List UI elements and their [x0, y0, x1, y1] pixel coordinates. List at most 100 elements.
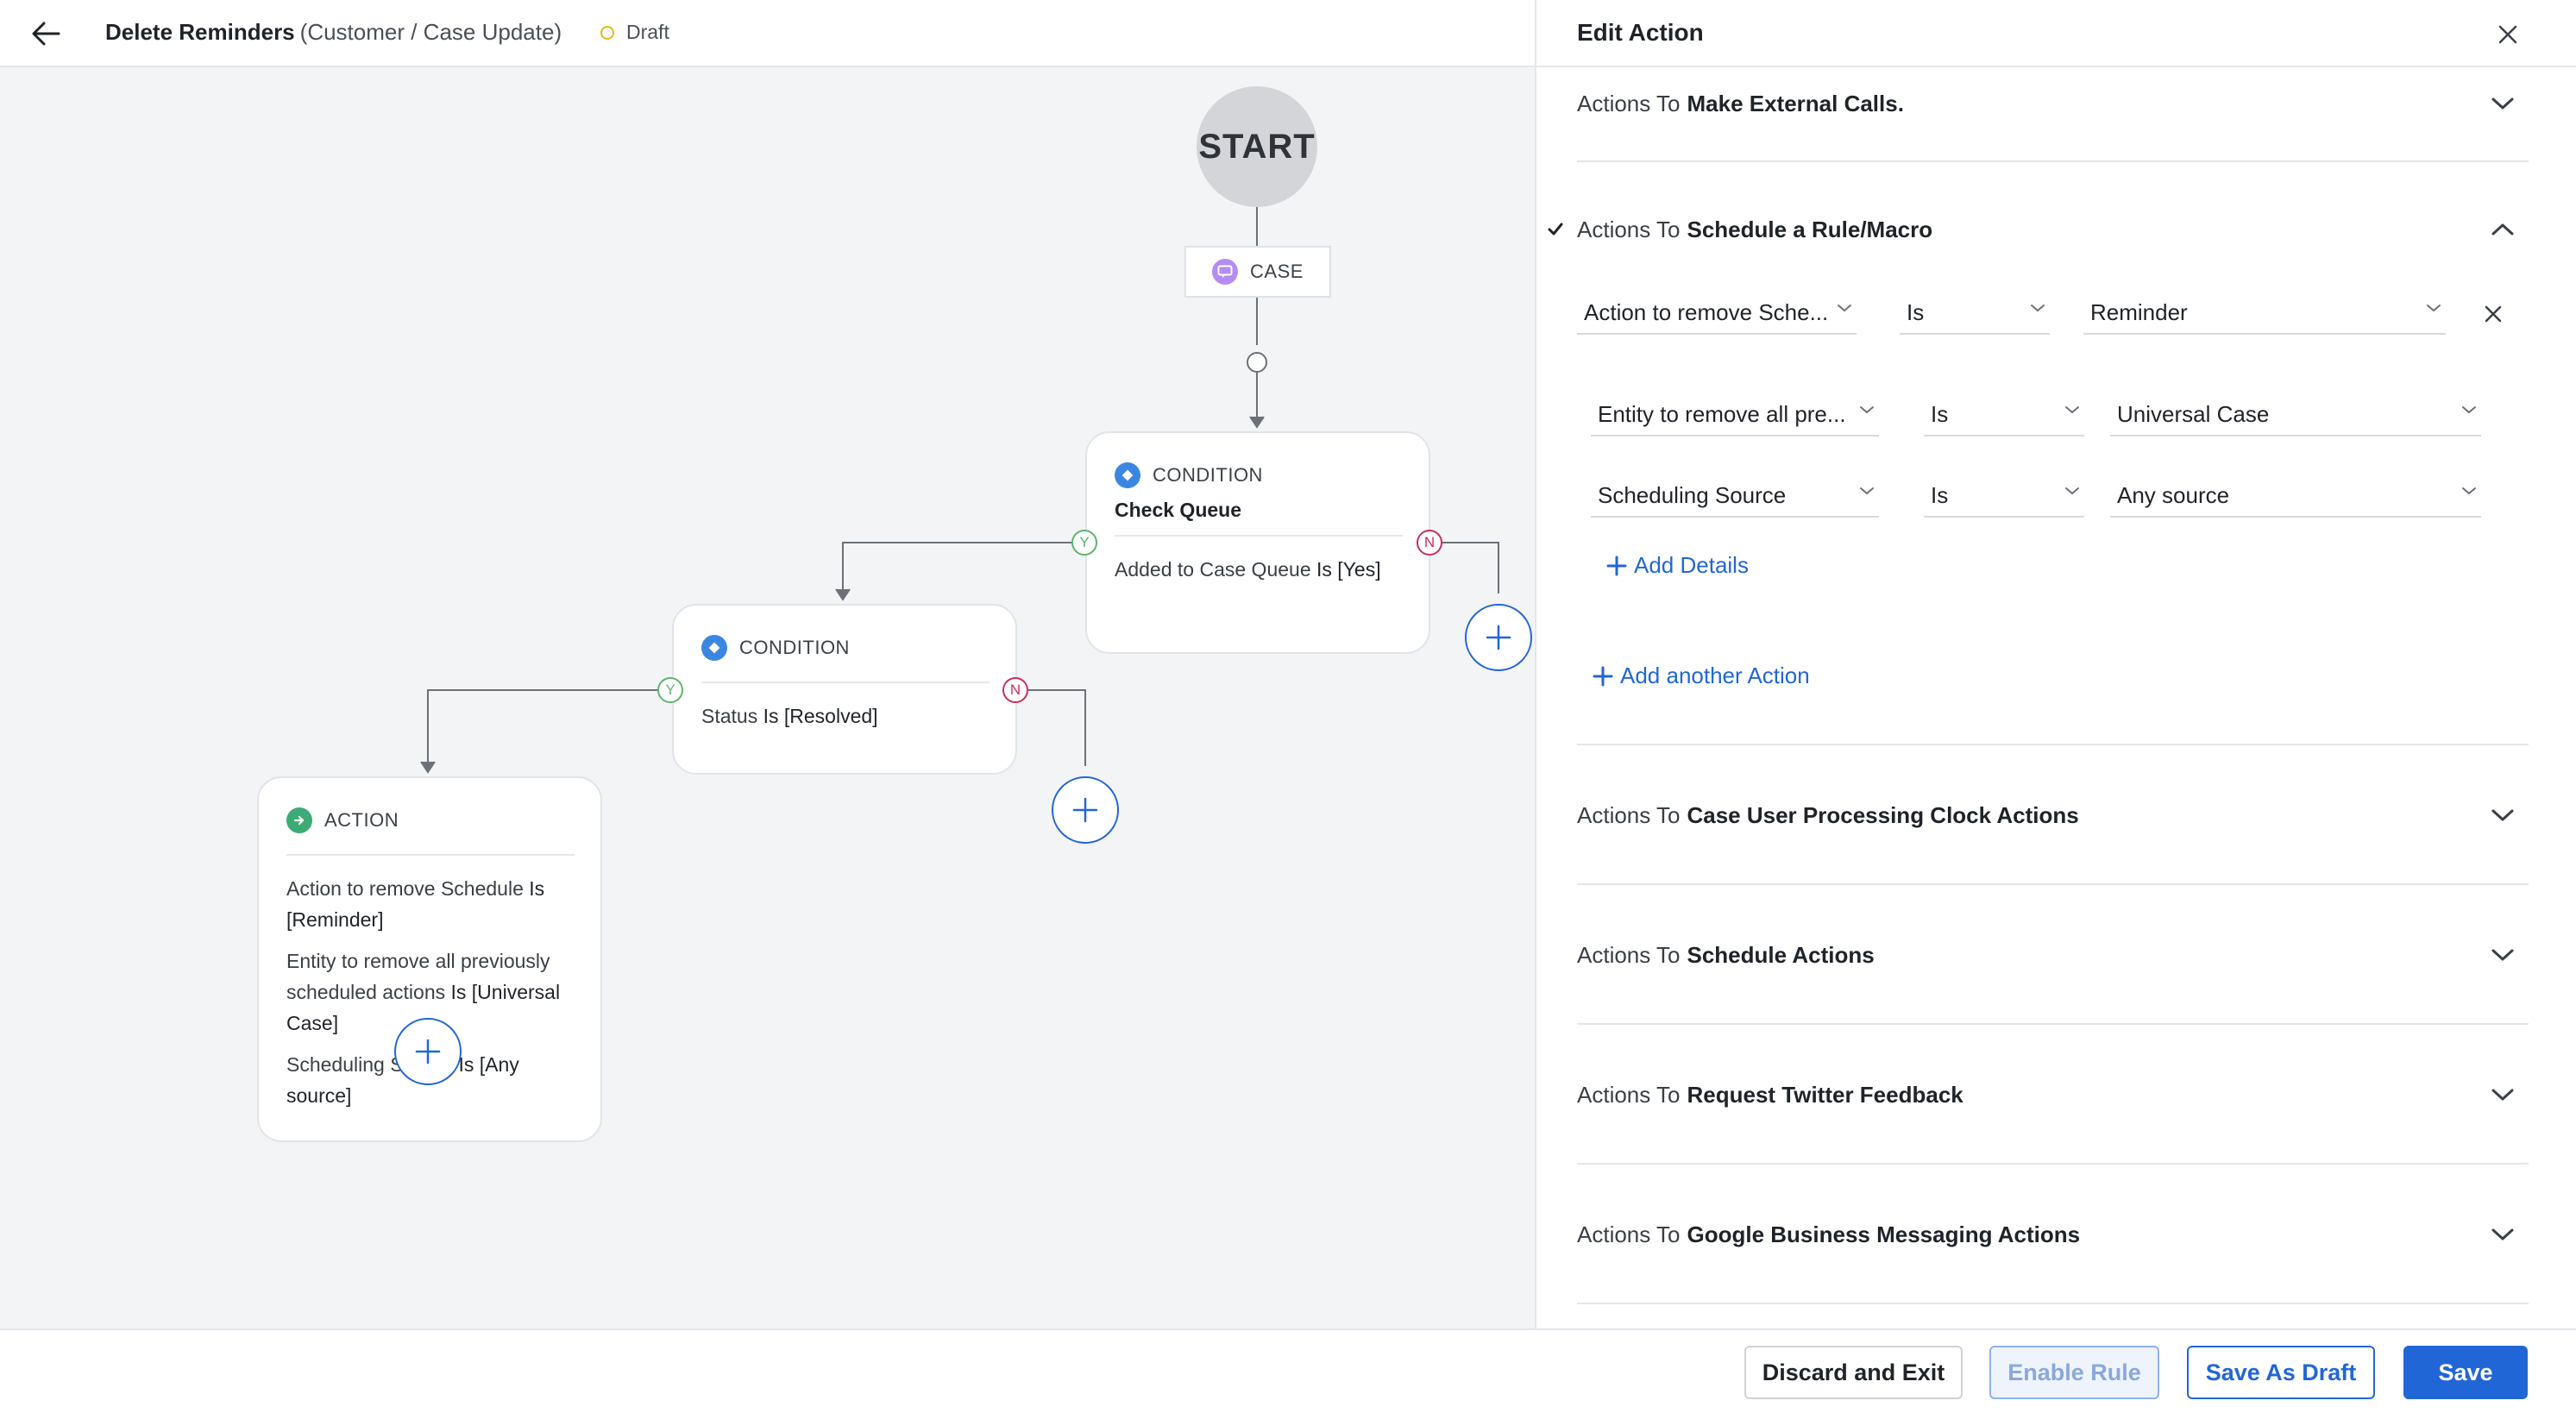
dropdown-value: Action to remove Sche...	[1584, 298, 1829, 325]
section-header[interactable]: Actions To Case User Processing Clock Act…	[1577, 791, 2529, 839]
connector-joint	[1247, 352, 1267, 373]
section-prefix: Actions To	[1577, 801, 1681, 828]
plus-icon	[1072, 797, 1098, 823]
section-header[interactable]: Actions To Make External Calls.	[1577, 79, 2529, 128]
no-branch-badge: N	[1002, 677, 1028, 703]
section-schedule-actions: Actions To Schedule Actions	[1577, 885, 2529, 1025]
action-value: [Reminder]	[286, 908, 384, 931]
plus-icon	[1593, 666, 1613, 686]
source-field-dropdown[interactable]: Scheduling Source	[1591, 474, 1879, 518]
back-button[interactable]	[24, 16, 67, 52]
condition-field: Status	[701, 705, 758, 727]
value-dropdown[interactable]: Any source	[2110, 474, 2481, 518]
status-text: Draft	[626, 21, 669, 43]
dropdown-value: Any source	[2117, 481, 2230, 508]
add-another-action-link[interactable]: Add another Action	[1593, 663, 1810, 689]
chevron-down-icon	[2065, 406, 2079, 414]
arrow-right-circle-icon	[286, 807, 312, 833]
condition-node-status[interactable]: CONDITION Status Is [Resolved]	[672, 604, 1017, 775]
section-prefix: Actions To	[1577, 941, 1681, 968]
add-details-link[interactable]: Add Details	[1606, 552, 1749, 579]
add-node-button[interactable]	[1465, 604, 1532, 671]
case-trigger-tag[interactable]: CASE	[1184, 246, 1331, 298]
enable-rule-button[interactable]: Enable Rule	[1989, 1346, 2159, 1399]
discard-and-exit-button[interactable]: Discard and Exit	[1744, 1346, 1963, 1399]
chevron-down-icon	[2462, 406, 2476, 414]
chevron-down-icon	[1838, 305, 1851, 312]
section-header[interactable]: Actions To Schedule Actions	[1577, 931, 2529, 979]
condition-node-check-queue[interactable]: CONDITION Check Queue Added to Case Queu…	[1085, 431, 1430, 654]
add-details-label: Add Details	[1634, 552, 1749, 578]
value-dropdown[interactable]: Reminder	[2083, 292, 2446, 335]
section-request-twitter-feedback: Actions To Request Twitter Feedback	[1577, 1025, 2529, 1165]
add-node-button[interactable]	[394, 1018, 462, 1085]
arrow-left-icon	[32, 22, 60, 46]
section-prefix: Actions To	[1577, 1081, 1681, 1108]
chevron-down-icon	[2462, 487, 2476, 495]
section-name: Google Business Messaging Actions	[1687, 1221, 2081, 1247]
yes-branch-badge: Y	[1071, 530, 1097, 556]
condition-header: CONDITION	[1115, 462, 1263, 488]
rule-title: Delete Reminders (Customer / Case Update)	[105, 19, 562, 46]
operator-dropdown[interactable]: Is	[1900, 292, 2050, 335]
close-panel-button[interactable]	[2489, 16, 2527, 53]
chevron-down-icon	[1860, 406, 1874, 414]
chevron-down-icon	[2065, 487, 2079, 495]
section-header[interactable]: Actions To Google Business Messaging Acti…	[1577, 1210, 2529, 1259]
chevron-down-icon	[2491, 1089, 2514, 1101]
section-header[interactable]: Actions To Schedule a Rule/Macro	[1577, 205, 2529, 254]
section-prefix: Actions To	[1577, 1221, 1681, 1247]
condition-diamond-icon	[701, 635, 727, 661]
operator-dropdown[interactable]: Is	[1924, 474, 2084, 518]
section-schedule-rule-macro: Actions To Schedule a Rule/Macro Action t…	[1548, 162, 2529, 745]
save-button[interactable]: Save	[2403, 1346, 2528, 1399]
checkmark-icon	[1548, 223, 1563, 236]
section-header[interactable]: Actions To Request Twitter Feedback	[1577, 1071, 2529, 1119]
condition-name: Check Queue	[1115, 499, 1241, 521]
save-as-draft-button[interactable]: Save As Draft	[2187, 1346, 2375, 1399]
chevron-down-icon	[2031, 305, 2045, 312]
condition-text: Status Is [Resolved]	[701, 700, 995, 732]
action-field-dropdown[interactable]: Action to remove Sche...	[1577, 292, 1857, 335]
action-node[interactable]: ACTION Action to remove Schedule Is [Rem…	[257, 776, 602, 1142]
section-prefix: Actions To	[1577, 90, 1681, 116]
add-another-action-label: Add another Action	[1620, 663, 1810, 688]
chevron-down-icon	[2427, 305, 2441, 312]
chevron-down-icon	[2491, 809, 2514, 821]
condition-header: CONDITION	[701, 635, 850, 661]
close-icon	[2485, 305, 2502, 323]
chevron-up-icon	[2491, 223, 2514, 236]
rule-canvas[interactable]: START CASE CONDITION Check Queue Added t…	[0, 67, 1535, 1328]
add-node-button[interactable]	[1052, 776, 1119, 844]
operator-dropdown[interactable]: Is	[1924, 393, 2084, 436]
condition-operator: Is	[1316, 558, 1332, 581]
condition-operator: Is	[763, 705, 779, 727]
dropdown-value: Reminder	[2090, 298, 2188, 325]
remove-action-button[interactable]	[2478, 298, 2509, 330]
chevron-down-icon	[2491, 949, 2514, 961]
entity-field-dropdown[interactable]: Entity to remove all pre...	[1591, 393, 1879, 436]
action-operator: Is	[529, 877, 545, 900]
action-header: ACTION	[286, 807, 399, 833]
condition-text: Added to Case Queue Is [Yes]	[1115, 554, 1408, 585]
case-icon	[1212, 259, 1239, 285]
action-type-label: ACTION	[324, 809, 399, 831]
plus-icon	[1486, 625, 1511, 650]
section-name: Request Twitter Feedback	[1687, 1081, 1963, 1108]
node-divider	[286, 854, 575, 856]
panel-title: Edit Action	[1577, 19, 1704, 46]
chevron-down-icon	[1860, 487, 1874, 495]
dropdown-value: Scheduling Source	[1598, 481, 1787, 508]
dropdown-value: Is	[1931, 400, 1949, 427]
action-field: Action to remove Schedule	[286, 877, 524, 900]
condition-type-label: CONDITION	[739, 637, 850, 658]
section-name: Case User Processing Clock Actions	[1687, 801, 2079, 828]
condition-value: [Resolved]	[783, 705, 878, 727]
condition-diamond-icon	[1115, 462, 1140, 488]
rule-name: Delete Reminders	[105, 19, 295, 45]
value-dropdown[interactable]: Universal Case	[2110, 393, 2481, 436]
start-node[interactable]: START	[1197, 86, 1317, 207]
dropdown-value: Is	[1907, 298, 1925, 325]
case-label: CASE	[1250, 261, 1304, 282]
section-name: Schedule Actions	[1687, 941, 1875, 968]
